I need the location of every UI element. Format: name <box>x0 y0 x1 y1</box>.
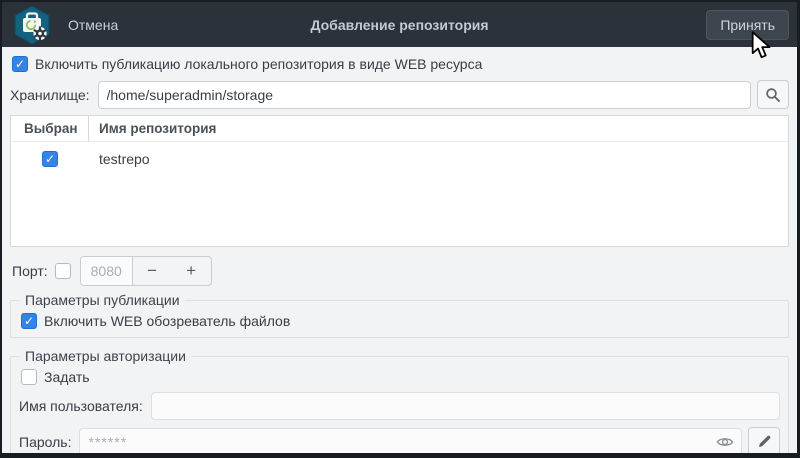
eye-icon <box>716 437 734 446</box>
check-icon: ✓ <box>23 314 35 328</box>
repository-table[interactable]: Выбран Имя репозитория ✓ testrepo <box>10 115 789 247</box>
port-increment-button[interactable]: + <box>172 257 211 285</box>
enable-publication-checkbox[interactable]: ✓ <box>12 56 28 72</box>
port-enable-checkbox[interactable]: ✓ <box>54 263 71 279</box>
storage-label: Хранилище: <box>10 86 90 103</box>
cancel-button[interactable]: Отмена <box>64 11 122 39</box>
dialog-content: ✓ Включить публикацию локального репозит… <box>2 47 797 453</box>
enable-publication-label: Включить публикацию локального репозитор… <box>35 56 483 72</box>
set-auth-label: Задать <box>44 369 90 385</box>
repo-name: testrepo <box>99 151 150 167</box>
set-auth-checkbox[interactable]: ✓ <box>21 369 37 385</box>
port-label: Порт: <box>12 263 48 279</box>
table-row[interactable]: ✓ testrepo <box>11 146 788 172</box>
web-file-browser-checkbox[interactable]: ✓ <box>21 313 37 329</box>
browse-storage-button[interactable] <box>757 80 789 109</box>
table-header: Выбран Имя репозитория <box>11 116 788 142</box>
headerbar: Отмена Добавление репозитория Принять <box>2 2 797 47</box>
column-header-name[interactable]: Имя репозитория <box>89 116 216 141</box>
check-icon: ✓ <box>14 57 26 71</box>
port-spinbox: 8080 − + <box>79 256 212 286</box>
search-icon <box>766 87 780 102</box>
port-decrement-button[interactable]: − <box>133 257 172 285</box>
repo-selected-checkbox[interactable]: ✓ <box>42 151 58 167</box>
username-label: Имя пользователя: <box>19 398 143 414</box>
web-file-browser-label: Включить WEB обозреватель файлов <box>44 313 291 329</box>
publication-params-legend: Параметры публикации <box>25 292 180 308</box>
authorization-params-group: Параметры авторизации ✓ Задать Имя польз… <box>10 348 789 453</box>
pencil-icon <box>758 435 770 447</box>
edit-password-button[interactable] <box>748 427 780 453</box>
authorization-params-legend: Параметры авторизации <box>25 348 186 364</box>
column-header-selected[interactable]: Выбран <box>11 116 89 141</box>
password-label: Пароль: <box>19 433 72 450</box>
check-icon: ✓ <box>44 152 56 166</box>
storage-path-input[interactable] <box>97 80 751 109</box>
accept-button[interactable]: Принять <box>706 9 789 40</box>
app-icon <box>14 4 50 45</box>
password-input[interactable] <box>79 427 742 453</box>
show-password-button[interactable] <box>716 435 734 449</box>
add-repository-dialog: Отмена Добавление репозитория Принять ✓ … <box>0 0 800 458</box>
publication-params-group: Параметры публикации ✓ Включить WEB обоз… <box>10 292 789 338</box>
username-input[interactable] <box>150 392 780 420</box>
port-value-input[interactable]: 8080 <box>80 257 133 285</box>
